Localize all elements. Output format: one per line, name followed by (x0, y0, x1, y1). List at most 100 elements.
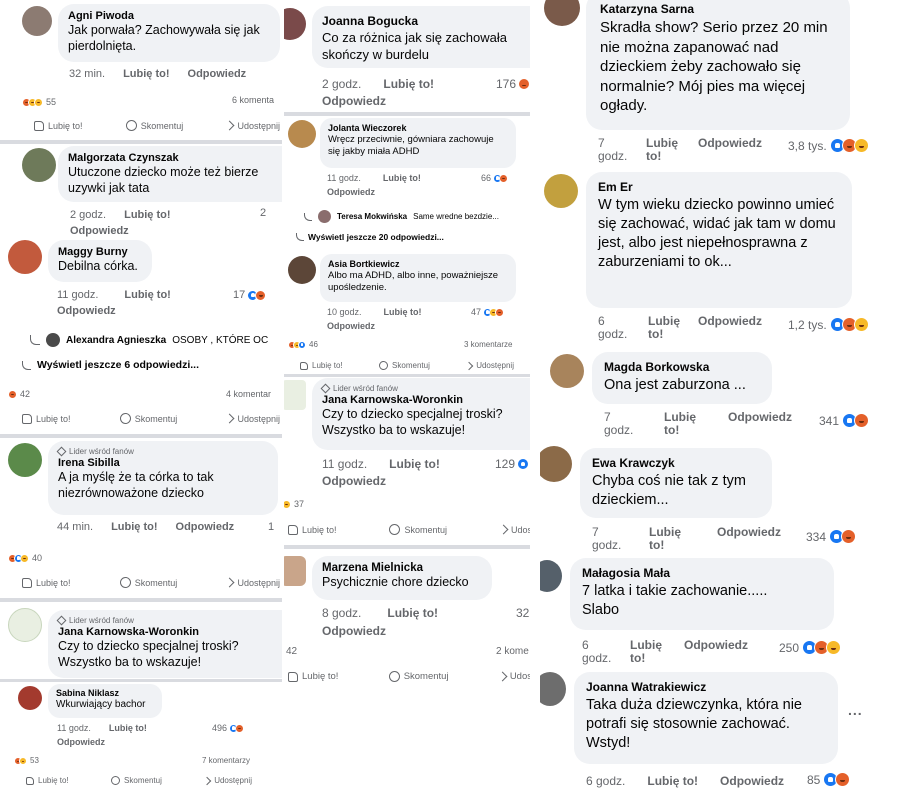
comment-time[interactable]: 44 min. (57, 521, 93, 533)
comment-time[interactable]: 11 godz. (322, 457, 367, 471)
comment-reactions[interactable]: 250 (779, 640, 842, 655)
reply-link[interactable]: Odpowiedz (70, 225, 129, 237)
comment-button[interactable]: Skomentuj (388, 671, 449, 682)
comment-author[interactable]: Sabina Niklasz (56, 688, 154, 698)
comment-button[interactable]: Skomentuj (125, 120, 183, 131)
like-button[interactable]: Lubię to! (22, 413, 71, 424)
like-link[interactable]: Lubię to! (664, 411, 728, 436)
reply-author[interactable]: Alexandra Agnieszka (66, 335, 166, 346)
like-link[interactable]: Lubię to! (109, 723, 147, 733)
comment-count[interactable]: 3 komentarze (464, 340, 512, 349)
comment-time[interactable]: 7 godz. (598, 137, 646, 162)
like-link[interactable]: Lubię to! (646, 137, 698, 162)
comment-button[interactable]: Skomentuj (379, 361, 430, 370)
reply-preview[interactable]: Alexandra Agnieszka OSOBY , KTÓRE OC (30, 333, 268, 347)
reply-link[interactable]: Odpowiedz (698, 137, 762, 150)
comment-reactions[interactable]: 3,8 tys. (788, 138, 869, 153)
reply-link[interactable]: Odpowiedz (720, 774, 784, 788)
reply-link[interactable]: Odpowiedz (57, 737, 105, 747)
comment-button[interactable]: Skomentuj (119, 577, 177, 588)
like-button[interactable]: Lubię to! (300, 361, 343, 370)
view-more-replies[interactable]: Wyświetl jeszcze 20 odpowiedzi... (296, 232, 444, 242)
avatar[interactable] (8, 443, 42, 477)
comment-author[interactable]: Em Er (598, 180, 840, 194)
reply-link[interactable]: Odpowiedz (57, 305, 116, 317)
post-reactions[interactable]: 40 (8, 553, 42, 563)
reply-link[interactable]: Odpowiedz (728, 411, 792, 424)
share-button[interactable]: Udostępnij (202, 776, 252, 785)
comment-author[interactable]: Katarzyna Sarna (600, 2, 836, 16)
comment-author[interactable]: Jana Karnowska-Woronkin (322, 394, 520, 406)
comment-author[interactable]: Joanna Bogucka (322, 14, 520, 28)
comment-author[interactable]: Małagosia Mała (582, 566, 822, 580)
comment-reactions[interactable]: 129 (495, 457, 530, 471)
comment-author[interactable]: Agni Piwoda (68, 10, 270, 22)
more-options-icon[interactable]: ... (848, 702, 863, 718)
comment-count[interactable]: 7 komentarzy (202, 756, 250, 765)
comment-button[interactable]: Skomentuj (119, 413, 177, 424)
comment-author[interactable]: Irena Sibilla (58, 457, 268, 469)
comment-time[interactable]: 11 godz. (57, 289, 98, 301)
comment-time[interactable]: 6 godz. (582, 639, 630, 664)
comment-time[interactable]: 7 godz. (604, 411, 664, 436)
comment-reactions[interactable]: 85 (807, 772, 851, 787)
reply-link[interactable]: Odpowiedz (322, 94, 386, 108)
reply-link[interactable]: Odpowiedz (698, 315, 762, 328)
like-button[interactable]: Lubię to! (22, 577, 71, 588)
like-link[interactable]: Lubię to! (124, 289, 170, 301)
comment-time[interactable]: 2 godz. (322, 77, 361, 91)
comment-time[interactable]: 11 godz. (57, 723, 91, 733)
share-button[interactable]: Udos (497, 671, 530, 682)
share-button[interactable]: Udostępnij (225, 577, 280, 588)
comment-time[interactable]: 10 godz. (327, 307, 362, 317)
post-reactions[interactable]: 37 (284, 499, 304, 509)
avatar[interactable] (540, 560, 562, 592)
reply-link[interactable]: Odpowiedz (322, 474, 386, 488)
share-button[interactable]: Udostępnij (225, 120, 280, 131)
reply-link[interactable]: Odpowiedz (322, 624, 386, 638)
like-link[interactable]: Lubię to! (630, 639, 684, 664)
comment-author[interactable]: Maggy Burny (58, 246, 142, 258)
comment-reactions[interactable]: 47 (471, 307, 505, 317)
avatar[interactable] (544, 174, 578, 208)
reply-link[interactable]: Odpowiedz (717, 526, 781, 539)
comment-author[interactable]: Malgorzata Czynszak (68, 152, 272, 164)
like-button[interactable]: Lubię to! (288, 524, 337, 535)
comment-time[interactable]: 32 min. (69, 68, 105, 80)
comment-button[interactable]: Skomentuj (389, 524, 447, 535)
like-link[interactable]: Lubię to! (387, 606, 438, 620)
avatar[interactable] (18, 686, 42, 710)
reply-link[interactable]: Odpowiedz (327, 187, 375, 197)
comment-author[interactable]: Ewa Krawczyk (592, 456, 760, 470)
comment-author[interactable]: Marzena Mielnicka (322, 562, 482, 574)
like-link[interactable]: Lubię to! (647, 774, 698, 788)
like-link[interactable]: Lubię to! (649, 526, 717, 551)
comment-reactions[interactable]: 1,2 tys. (788, 317, 869, 332)
comment-button[interactable]: Skomentuj (111, 776, 162, 785)
comment-author[interactable]: Jolanta Wieczorek (328, 123, 508, 133)
reply-link[interactable]: Odpowiedz (176, 521, 235, 533)
avatar[interactable] (540, 446, 572, 482)
avatar[interactable] (22, 148, 56, 182)
comment-reactions[interactable]: 334 (806, 529, 857, 544)
reply-author[interactable]: Teresa Mokwińska (337, 212, 407, 221)
comment-reactions[interactable]: 496 (212, 723, 245, 733)
share-button[interactable]: Udostępnij (225, 413, 280, 424)
avatar[interactable] (284, 380, 306, 410)
avatar[interactable] (288, 120, 316, 148)
reply-link[interactable]: Odpowiedz (327, 321, 375, 331)
comment-time[interactable]: 7 godz. (592, 526, 649, 551)
comment-count[interactable]: 4 komentar (226, 389, 271, 399)
comment-author[interactable]: Magda Borkowska (604, 360, 760, 374)
comment-author[interactable]: Asia Bortkiewicz (328, 259, 508, 269)
avatar[interactable] (550, 354, 584, 388)
comment-time[interactable]: 6 godz. (598, 315, 648, 340)
comment-time[interactable]: 8 godz. (322, 606, 361, 620)
comment-author[interactable]: Joanna Watrakiewicz (586, 680, 826, 694)
like-button[interactable]: Lubię to! (26, 776, 69, 785)
post-reactions[interactable]: 53 (14, 756, 39, 765)
like-link[interactable]: Lubię to! (111, 521, 157, 533)
comment-count[interactable]: 2 kome (496, 646, 529, 657)
post-reactions[interactable]: 42 (8, 389, 30, 399)
like-link[interactable]: Lubię to! (123, 68, 169, 80)
